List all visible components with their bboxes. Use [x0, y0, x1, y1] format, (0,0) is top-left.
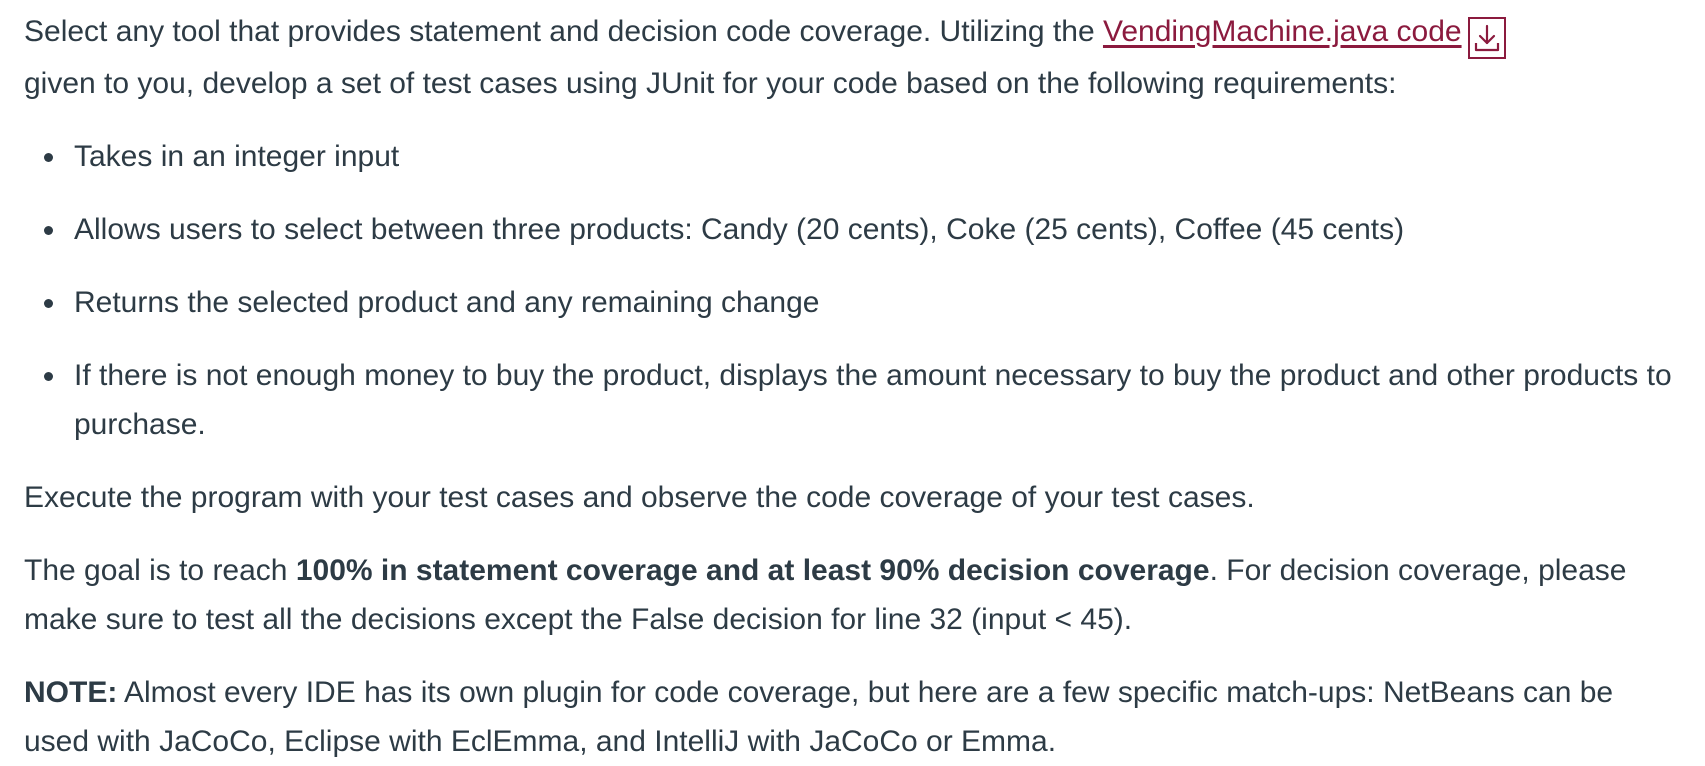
intro-paragraph: Select any tool that provides statement … [24, 0, 1684, 108]
bullet [44, 299, 53, 308]
requirement-text: If there is not enough money to buy the … [74, 359, 1672, 441]
download-arrow-icon [1474, 24, 1499, 52]
bullet [44, 372, 53, 381]
intro-text-before-link: Select any tool that provides statement … [24, 15, 1103, 48]
note-text: Almost every IDE has its own plugin for … [24, 676, 1614, 758]
goal-paragraph: The goal is to reach 100% in statement c… [24, 546, 1684, 644]
goal-emphasis: 100% in statement coverage and at least … [295, 554, 1210, 587]
requirement-text: Returns the selected product and any rem… [74, 286, 820, 319]
note-label: NOTE: [24, 676, 118, 709]
list-item: Takes in an integer input [24, 132, 1684, 181]
execute-paragraph: Execute the program with your test cases… [24, 481, 1255, 514]
vendingmachine-file-link[interactable]: VendingMachine.java code [1103, 15, 1462, 48]
bullet [44, 226, 53, 235]
list-item: Allows users to select between three pro… [24, 205, 1684, 254]
goal-prefix: The goal is to reach [24, 554, 296, 587]
requirements-list: Takes in an integer input Allows users t… [24, 132, 1684, 449]
requirement-text: Allows users to select between three pro… [74, 213, 1405, 246]
note-paragraph: NOTE: Almost every IDE has its own plugi… [24, 668, 1684, 766]
bullet [44, 153, 53, 162]
assignment-content: Select any tool that provides statement … [24, 0, 1684, 766]
intro-text-after-link: given to you, develop a set of test case… [24, 67, 1397, 100]
download-button[interactable] [1467, 17, 1506, 59]
list-item: If there is not enough money to buy the … [24, 351, 1684, 449]
requirement-text: Takes in an integer input [74, 140, 400, 173]
list-item: Returns the selected product and any rem… [24, 278, 1684, 327]
